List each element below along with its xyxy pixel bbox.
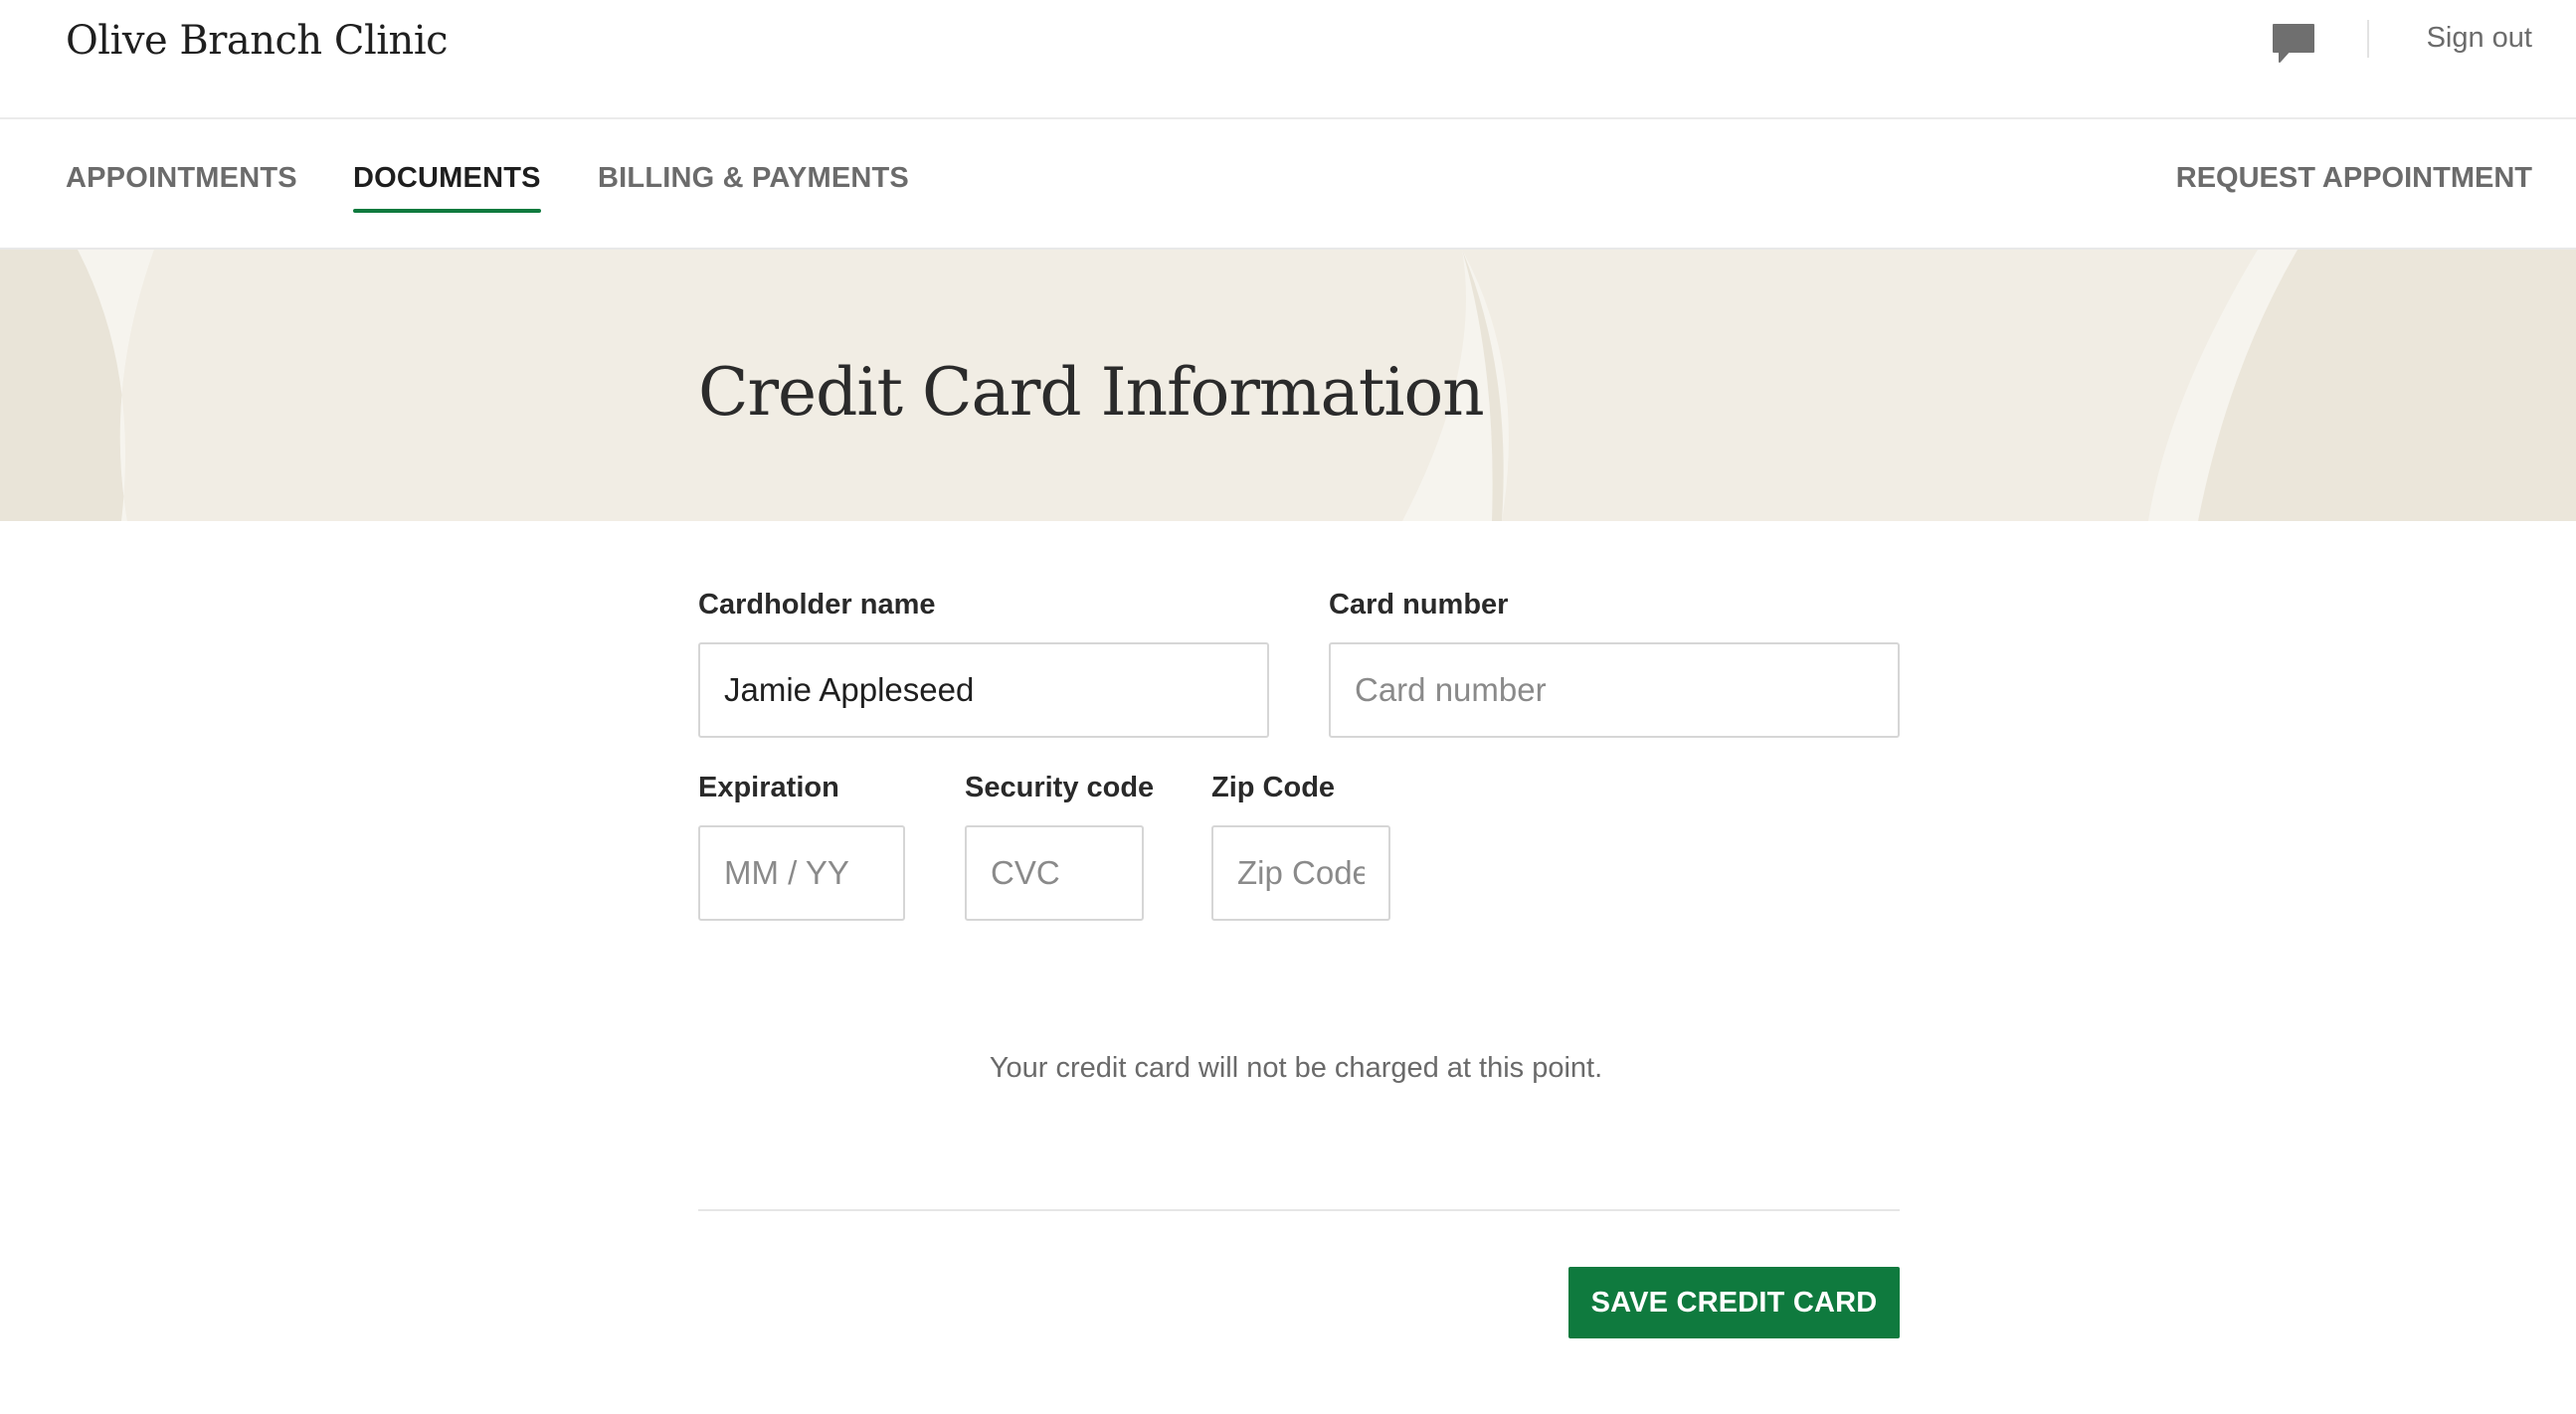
expiration-input[interactable] bbox=[698, 825, 905, 921]
cardholder-name-label: Cardholder name bbox=[698, 589, 936, 620]
tab-appointments[interactable]: APPOINTMENTS bbox=[66, 162, 297, 195]
save-credit-card-button[interactable]: SAVE CREDIT CARD bbox=[1568, 1267, 1900, 1338]
zip-code-input[interactable] bbox=[1211, 825, 1390, 921]
top-header: Olive Branch Clinic Sign out bbox=[0, 0, 2576, 119]
card-number-label: Card number bbox=[1329, 589, 1509, 620]
security-code-label: Security code bbox=[965, 772, 1155, 803]
charge-notice: Your credit card will not be charged at … bbox=[989, 1052, 1603, 1084]
sign-out-link[interactable]: Sign out bbox=[2427, 22, 2532, 55]
form-divider bbox=[698, 1209, 1900, 1211]
brand-logo[interactable]: Olive Branch Clinic bbox=[66, 18, 449, 64]
chat-bubble-icon[interactable] bbox=[2271, 22, 2316, 68]
tab-billing-payments[interactable]: BILLING & PAYMENTS bbox=[598, 162, 909, 195]
zip-code-label: Zip Code bbox=[1211, 772, 1336, 803]
tab-documents[interactable]: DOCUMENTS bbox=[353, 162, 541, 213]
card-number-input[interactable] bbox=[1329, 642, 1900, 738]
page-title: Credit Card Information bbox=[698, 354, 1485, 431]
request-appointment-link[interactable]: REQUEST APPOINTMENT bbox=[2176, 162, 2532, 195]
expiration-label: Expiration bbox=[698, 772, 839, 803]
cardholder-name-input[interactable] bbox=[698, 642, 1269, 738]
security-code-input[interactable] bbox=[965, 825, 1144, 921]
header-divider bbox=[2367, 20, 2369, 58]
page-banner: Credit Card Information bbox=[0, 250, 2576, 521]
main-nav: APPOINTMENTS DOCUMENTS BILLING & PAYMENT… bbox=[0, 120, 2576, 250]
